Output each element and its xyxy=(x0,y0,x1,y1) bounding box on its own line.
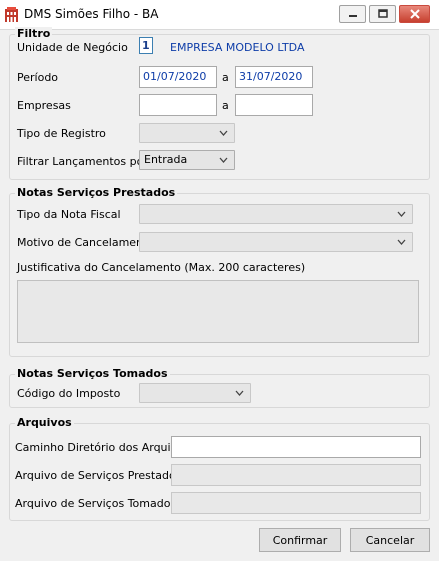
empresas-start-field[interactable] xyxy=(139,94,217,116)
periodo-end-field[interactable]: 31/07/2020 xyxy=(235,66,313,88)
minimize-button[interactable] xyxy=(339,5,366,23)
empresas-label: Empresas xyxy=(17,99,71,112)
periodo-separator: a xyxy=(222,71,229,84)
building-icon xyxy=(5,7,18,22)
chevron-down-icon xyxy=(219,157,228,163)
caminho-field[interactable] xyxy=(171,436,421,458)
unidade-code-field[interactable]: 1 xyxy=(139,37,153,54)
arquivo-prestados-field[interactable] xyxy=(171,464,421,486)
justificativa-textarea[interactable] xyxy=(17,280,419,343)
arquivo-tomados-label: Arquivo de Serviços Tomados xyxy=(15,497,177,510)
cancelar-button[interactable]: Cancelar xyxy=(350,528,430,552)
empresas-end-field[interactable] xyxy=(235,94,313,116)
maximize-button[interactable] xyxy=(369,5,396,23)
filtro-legend: Filtro xyxy=(15,27,53,40)
codigo-imposto-select[interactable] xyxy=(139,383,251,403)
filtrar-label: Filtrar Lançamentos por xyxy=(17,155,148,168)
unidade-name: EMPRESA MODELO LTDA xyxy=(170,41,305,54)
maximize-icon xyxy=(377,9,388,18)
arquivo-prestados-label: Arquivo de Serviços Prestados xyxy=(15,469,182,482)
motivo-label: Motivo de Cancelamento xyxy=(17,236,155,249)
tipo-registro-select[interactable] xyxy=(139,123,235,143)
justificativa-label: Justificativa do Cancelamento (Max. 200 … xyxy=(17,261,306,274)
codigo-imposto-label: Código do Imposto xyxy=(17,387,121,400)
arquivos-legend: Arquivos xyxy=(15,416,74,429)
chevron-down-icon xyxy=(235,390,244,396)
periodo-start-field[interactable]: 01/07/2020 xyxy=(139,66,217,88)
filtrar-value: Entrada xyxy=(144,153,188,166)
close-button[interactable] xyxy=(399,5,430,23)
arquivo-tomados-field[interactable] xyxy=(171,492,421,514)
confirmar-button[interactable]: Confirmar xyxy=(259,528,341,552)
chevron-down-icon xyxy=(397,211,406,217)
close-icon xyxy=(409,9,420,19)
empresas-separator: a xyxy=(222,99,229,112)
tipo-nota-select[interactable] xyxy=(139,204,413,224)
periodo-label: Período xyxy=(17,71,59,84)
unidade-code: 1 xyxy=(139,37,153,54)
tipo-registro-label: Tipo de Registro xyxy=(17,127,106,140)
motivo-select[interactable] xyxy=(139,232,413,252)
filtrar-select[interactable]: Entrada xyxy=(139,150,235,170)
tomados-legend: Notas Serviços Tomados xyxy=(15,367,170,380)
minimize-icon xyxy=(348,15,357,17)
caminho-label: Caminho Diretório dos Arquivos xyxy=(15,441,190,454)
chevron-down-icon xyxy=(219,130,228,136)
tipo-nota-label: Tipo da Nota Fiscal xyxy=(17,208,121,221)
window-title: DMS Simões Filho - BA xyxy=(24,7,159,21)
prestados-legend: Notas Serviços Prestados xyxy=(15,186,178,199)
unidade-label: Unidade de Negócio xyxy=(17,41,128,54)
chevron-down-icon xyxy=(397,239,406,245)
